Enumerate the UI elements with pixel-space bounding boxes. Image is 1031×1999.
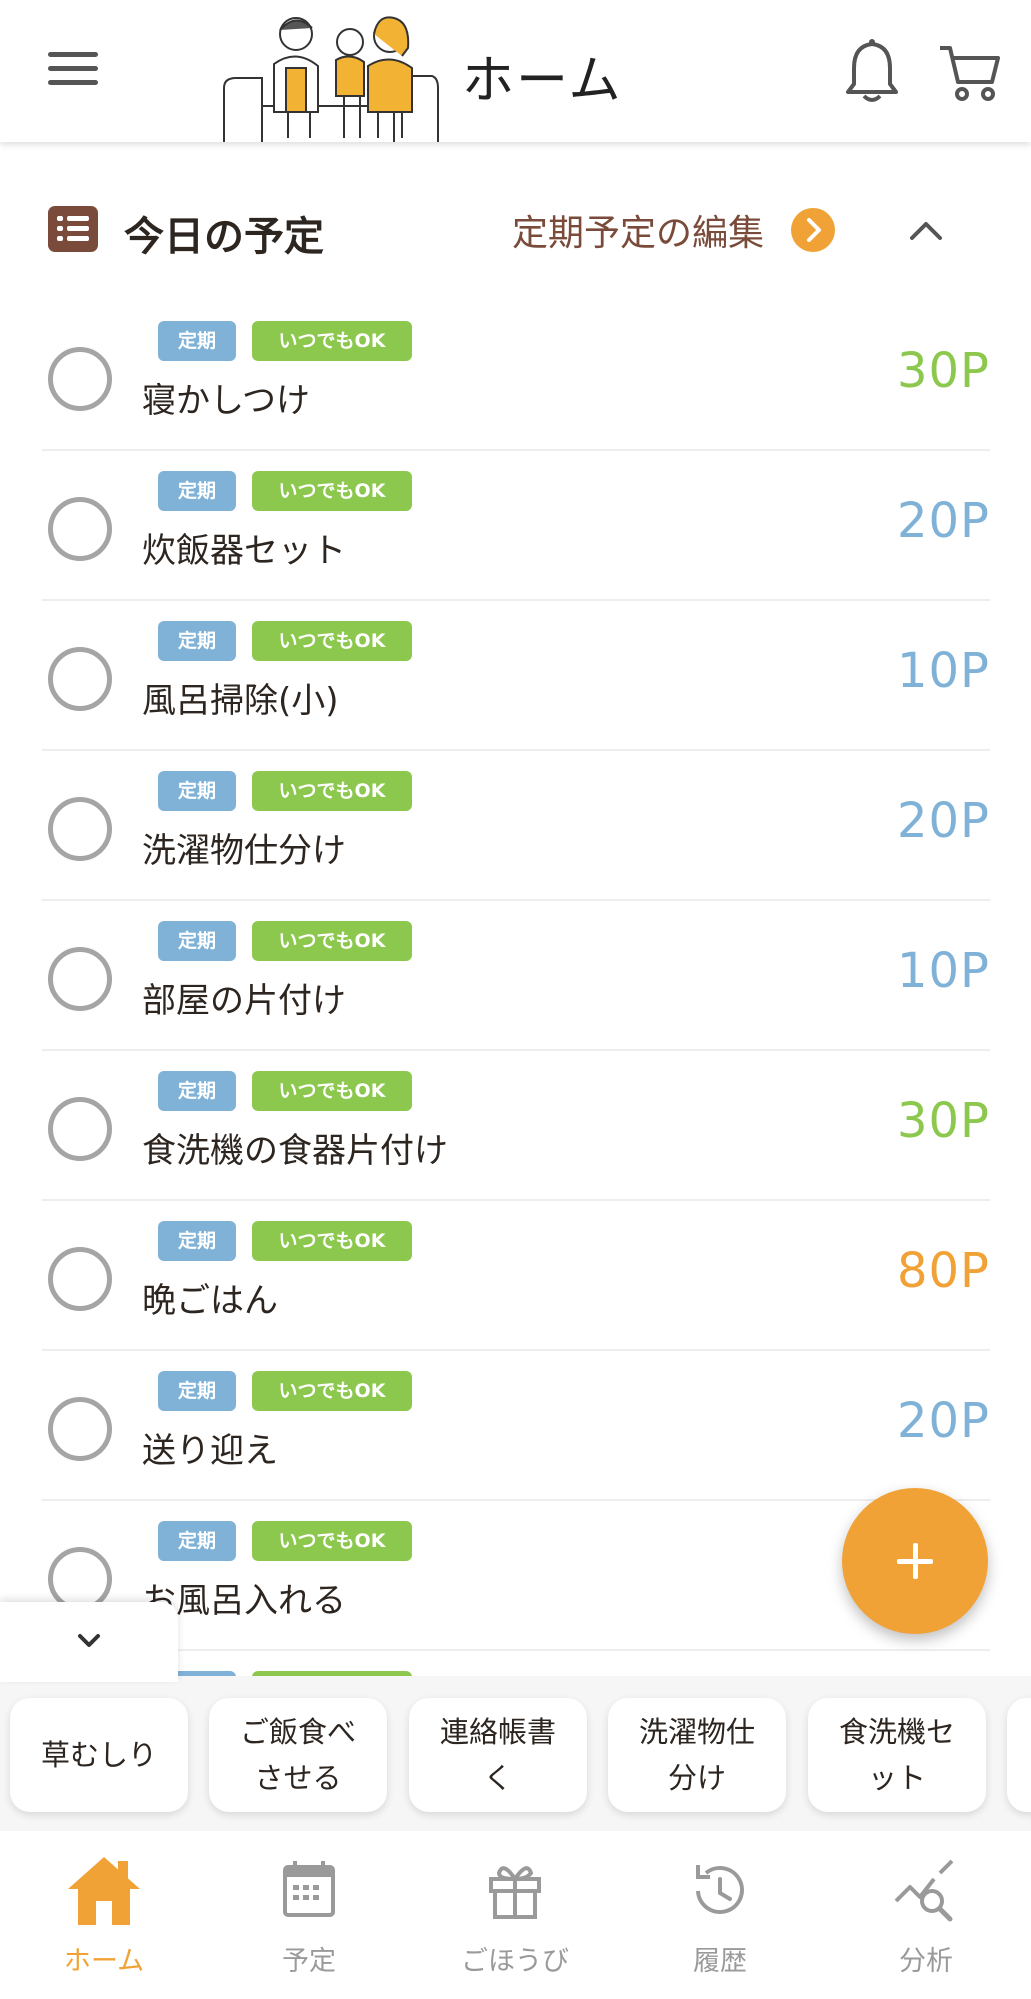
task-row[interactable]: 定期 いつでもOK 炊飯器セット 20P	[42, 451, 990, 601]
anytime-ok-tag: いつでもOK	[252, 1371, 412, 1411]
chevron-right-icon	[791, 208, 836, 252]
task-name: 寝かしつけ	[142, 381, 310, 421]
app-screen: ホーム 今日の予定 定期予定の編集 定期 いつでもOK 寝かしつけ 30P 定期…	[0, 0, 1031, 1999]
chevron-up-icon[interactable]	[906, 210, 946, 250]
notification-bell-icon[interactable]	[842, 38, 902, 104]
task-checkbox[interactable]	[48, 1247, 112, 1311]
task-row[interactable]: 定期 いつでもOK 送り迎え 20P	[42, 1351, 990, 1501]
anytime-ok-tag: いつでもOK	[252, 621, 412, 661]
recurring-tag: 定期	[158, 921, 236, 961]
task-checkbox[interactable]	[48, 497, 112, 561]
today-schedule-header: 今日の予定 定期予定の編集	[0, 190, 1031, 270]
quick-task-chip[interactable]: ご飯食べさせる	[209, 1698, 387, 1812]
task-name: 洗濯物仕分け	[142, 831, 346, 871]
nav-rewards[interactable]: ごほうび	[435, 1851, 595, 1981]
task-checkbox[interactable]	[48, 1097, 112, 1161]
task-points: 10P	[896, 643, 990, 699]
task-name: 風呂掃除(小)	[142, 681, 339, 721]
quick-task-chip[interactable]: 草むしり	[10, 1698, 188, 1812]
quick-task-chip[interactable]: 食洗機セット	[808, 1698, 986, 1812]
list-icon	[48, 206, 98, 252]
task-points: 10P	[896, 943, 990, 999]
bottom-navigation: ホーム 予定 ごほうび 履歴 分析	[0, 1831, 1031, 1999]
page-title: ホーム	[462, 51, 623, 111]
tray-toggle-button[interactable]	[0, 1602, 178, 1682]
hamburger-menu-icon[interactable]	[48, 52, 98, 88]
quick-task-chip[interactable]: 洗濯物仕分け	[608, 1698, 786, 1812]
task-row[interactable]: 定期 いつでもOK 食洗機の食器片付け 30P	[42, 1051, 990, 1201]
task-name: 炊飯器セット	[142, 531, 346, 571]
section-title: 今日の予定	[124, 214, 324, 260]
recurring-tag: 定期	[158, 621, 236, 661]
add-task-button[interactable]	[842, 1488, 988, 1634]
anytime-ok-tag: いつでもOK	[252, 321, 412, 361]
quick-task-tray: 草むしり ご飯食べさせる 連絡帳書く 洗濯物仕分け 食洗機セット	[0, 1676, 1031, 1831]
task-points: 20P	[896, 1393, 990, 1449]
task-name: 晩ごはん	[142, 1281, 278, 1321]
nav-label: 履歴	[693, 1946, 747, 1977]
anytime-ok-tag: いつでもOK	[252, 921, 412, 961]
task-name: 部屋の片付け	[142, 981, 346, 1021]
cart-icon[interactable]	[938, 44, 1000, 102]
nav-label: 分析	[899, 1946, 953, 1977]
task-row[interactable]: 定期 いつでもOK 部屋の片付け 10P	[42, 901, 990, 1051]
recurring-tag: 定期	[158, 1371, 236, 1411]
task-checkbox[interactable]	[48, 797, 112, 861]
task-checkbox[interactable]	[48, 1397, 112, 1461]
anytime-ok-tag: いつでもOK	[252, 1221, 412, 1261]
calendar-icon	[283, 1861, 335, 1917]
task-row[interactable]: 定期 いつでもOK 洗濯物仕分け 20P	[42, 751, 990, 901]
app-header: ホーム	[0, 0, 1031, 142]
nav-history[interactable]: 履歴	[640, 1851, 800, 1981]
anytime-ok-tag: いつでもOK	[252, 1521, 412, 1561]
task-checkbox[interactable]	[48, 347, 112, 411]
edit-recurring-label: 定期予定の編集	[512, 213, 765, 254]
quick-task-chip[interactable]	[1007, 1698, 1031, 1812]
recurring-tag: 定期	[158, 321, 236, 361]
nav-home[interactable]: ホーム	[24, 1851, 184, 1981]
recurring-tag: 定期	[158, 1071, 236, 1111]
analysis-icon	[894, 1859, 954, 1922]
task-row[interactable]: 定期 いつでもOK 晩ごはん 80P	[42, 1201, 990, 1351]
task-points: 30P	[896, 1093, 990, 1149]
task-name: 送り迎え	[142, 1431, 278, 1471]
edit-recurring-schedule-link[interactable]: 定期予定の編集	[512, 204, 836, 258]
quick-task-chip[interactable]: 連絡帳書く	[409, 1698, 587, 1812]
nav-label: 予定	[282, 1946, 336, 1977]
nav-schedule[interactable]: 予定	[229, 1851, 389, 1981]
nav-label: ホーム	[63, 1946, 145, 1977]
recurring-tag: 定期	[158, 1521, 236, 1561]
anytime-ok-tag: いつでもOK	[252, 471, 412, 511]
anytime-ok-tag: いつでもOK	[252, 771, 412, 811]
gift-icon	[489, 1866, 541, 1919]
task-checkbox[interactable]	[48, 647, 112, 711]
recurring-tag: 定期	[158, 1221, 236, 1261]
nav-label: ごほうび	[461, 1946, 569, 1977]
recurring-tag: 定期	[158, 771, 236, 811]
anytime-ok-tag: いつでもOK	[252, 1071, 412, 1111]
home-icon	[68, 1857, 140, 1925]
task-points: 20P	[896, 493, 990, 549]
task-name: 食洗機の食器片付け	[142, 1131, 448, 1171]
task-checkbox[interactable]	[48, 947, 112, 1011]
task-row[interactable]: 定期 いつでもOK 寝かしつけ 30P	[42, 301, 990, 451]
task-points: 30P	[896, 343, 990, 399]
task-row[interactable]: 定期 いつでもOK 風呂掃除(小) 10P	[42, 601, 990, 751]
task-points: 80P	[896, 1243, 990, 1299]
chevron-down-icon	[78, 1634, 100, 1647]
recurring-tag: 定期	[158, 471, 236, 511]
history-icon	[696, 1865, 744, 1914]
family-illustration	[223, 16, 439, 142]
nav-analysis[interactable]: 分析	[846, 1851, 1006, 1981]
task-points: 20P	[896, 793, 990, 849]
